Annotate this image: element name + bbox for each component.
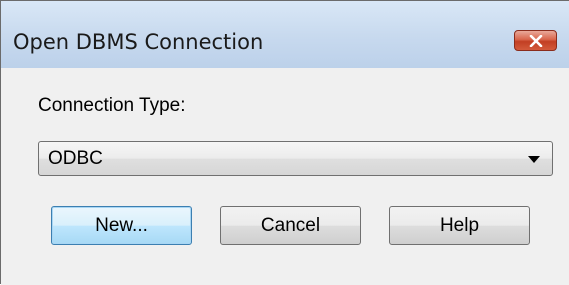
connection-type-label: Connection Type: bbox=[38, 95, 186, 116]
window-title: Open DBMS Connection bbox=[13, 30, 264, 54]
title-bar[interactable]: Open DBMS Connection bbox=[1, 1, 569, 68]
close-button[interactable] bbox=[514, 30, 557, 51]
connection-type-select[interactable]: ODBC bbox=[38, 141, 553, 176]
connection-type-value: ODBC bbox=[48, 148, 103, 169]
help-button[interactable]: Help bbox=[389, 206, 530, 245]
close-icon bbox=[529, 34, 543, 47]
new-button[interactable]: New... bbox=[51, 206, 192, 245]
dialog-body: Connection Type: ODBC New... Cancel Help bbox=[1, 68, 569, 285]
chevron-down-icon bbox=[528, 156, 540, 163]
cancel-button[interactable]: Cancel bbox=[220, 206, 361, 245]
dialog-window: Open DBMS Connection Connection Type: OD… bbox=[0, 0, 569, 285]
